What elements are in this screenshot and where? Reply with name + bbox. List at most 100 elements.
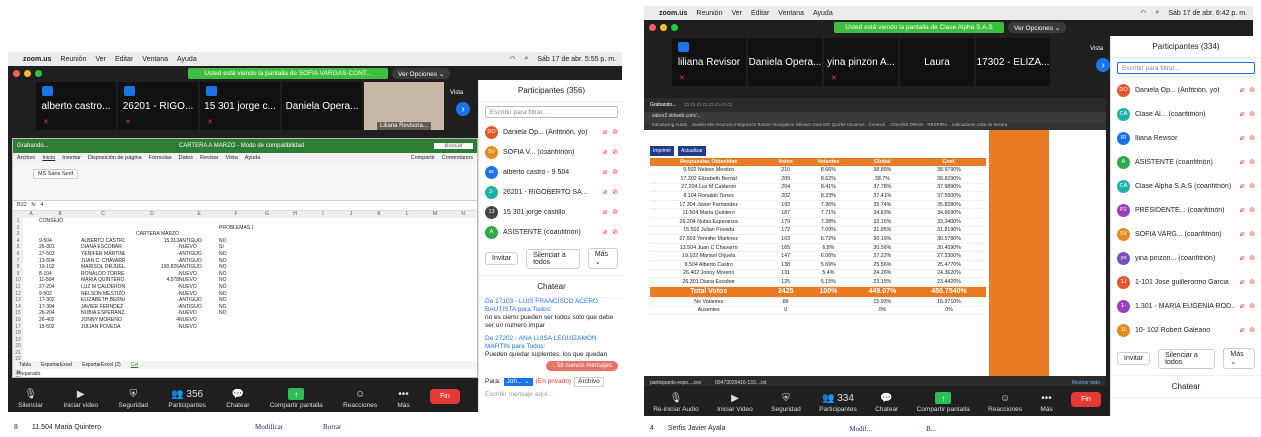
sheet-cell[interactable]: 190.826: [125, 264, 179, 271]
mic-muted-icon[interactable]: ⌀: [1240, 254, 1244, 262]
mic-muted-icon[interactable]: ⌀: [603, 228, 607, 236]
participant-item[interactable]: 1- 1.301 - MARIA EUGENIA ROD... ⌀ ⊘: [1111, 294, 1261, 318]
mic-muted-icon[interactable]: ⌀: [603, 128, 607, 136]
mic-muted-icon[interactable]: ⌀: [1240, 110, 1244, 118]
toolbar-chat-button[interactable]: 💬 Chatear: [226, 389, 249, 409]
video-off-icon[interactable]: ⊘: [1249, 302, 1255, 310]
column-header[interactable]: M: [421, 211, 449, 218]
tab-datos[interactable]: Datos: [179, 155, 193, 161]
participant-item[interactable]: CA Clase Alpha S.A.S (coanfitrión) ⌀ ⊘: [1111, 174, 1261, 198]
sheet-cell[interactable]: 15.313: [125, 238, 179, 245]
sheet-cell[interactable]: [125, 343, 179, 350]
sheet-cell[interactable]: NO: [219, 277, 253, 284]
video-off-icon[interactable]: ⊘: [1249, 182, 1255, 190]
zoom-window-icon[interactable]: [35, 70, 42, 77]
sheet-cell[interactable]: NO: [219, 258, 253, 265]
cell-reference[interactable]: B32: [17, 202, 27, 208]
sheet-cell[interactable]: [125, 337, 179, 344]
sheet-cell[interactable]: [81, 330, 125, 337]
row-number[interactable]: 16: [13, 316, 23, 324]
row-number[interactable]: 19: [13, 336, 23, 344]
row-number[interactable]: 12: [13, 290, 23, 298]
mic-muted-icon[interactable]: ⌀: [1240, 158, 1244, 166]
sheet-cell[interactable]: [219, 370, 253, 377]
sheet-cell[interactable]: 4: [125, 317, 179, 324]
sheet-row[interactable]: 18: [13, 330, 477, 337]
column-header[interactable]: L: [393, 211, 421, 218]
sheet-cell[interactable]: [23, 238, 39, 245]
menu-editar[interactable]: Editar: [751, 10, 769, 17]
sheet-cell[interactable]: [23, 271, 39, 278]
video-tile[interactable]: 26201 - RIGO... ✕: [118, 82, 198, 130]
video-tile[interactable]: liliana Revisor ✕: [672, 38, 746, 86]
mic-muted-icon[interactable]: ⌀: [1240, 206, 1244, 214]
sheet-cell[interactable]: [179, 370, 219, 377]
toolbar-share-button[interactable]: ↑ Compartir pantalla: [917, 392, 970, 413]
sheet-cell[interactable]: 26-402: [39, 317, 81, 324]
toolbar-video-button[interactable]: ▶ Iniciar Video: [717, 393, 753, 413]
sheet-cell[interactable]: MARIA QUINTERO: [81, 277, 125, 284]
sheet-cell[interactable]: [23, 277, 39, 284]
participant-item[interactable]: A ASISTENTE (coanfitrión) ⌀ ⊘: [1111, 150, 1261, 174]
row-number[interactable]: 5: [13, 244, 23, 251]
sheet-cell[interactable]: NUEVO: [179, 244, 219, 251]
sheet-cell[interactable]: 8-104: [39, 271, 81, 278]
sheet-cell[interactable]: -: [125, 251, 179, 258]
sheet-cell[interactable]: NO: [219, 297, 253, 304]
sheet-cell[interactable]: MARISOL ORJUELA: [81, 264, 125, 271]
sheet-cell[interactable]: [219, 350, 253, 357]
sheet-cell[interactable]: [23, 343, 39, 350]
video-off-icon[interactable]: ⊘: [1249, 278, 1255, 286]
sheet-cell[interactable]: NO: [219, 271, 253, 278]
share-button[interactable]: Compartir: [411, 155, 435, 161]
row-number[interactable]: 7: [13, 257, 23, 265]
wifi-icon[interactable]: ◠: [1140, 9, 1146, 17]
row-number[interactable]: 4: [13, 237, 23, 245]
sheet-cell[interactable]: [219, 218, 253, 225]
sheet-row[interactable]: 8 19-102 MARISOL ORJUELA 190.826 ANTIGUO NO: [13, 264, 477, 271]
toolbar-mic-button[interactable]: 🎙 Re-iniciar Audio: [653, 393, 699, 413]
column-header[interactable]: E: [179, 211, 219, 218]
mic-muted-icon[interactable]: ⌀: [1240, 278, 1244, 286]
sheet-tab-active[interactable]: Cel: [131, 362, 139, 368]
sheet-cell[interactable]: YENIFER MARTINEZ: [81, 251, 125, 258]
sheet-cell[interactable]: LUZ M CALDERON: [81, 284, 125, 291]
chat-input[interactable]: Escribir mensaje aquí...: [485, 391, 618, 399]
sheet-cell[interactable]: NO: [219, 304, 253, 311]
menubar-app[interactable]: zoom.us: [23, 56, 51, 63]
tab-vista[interactable]: Vista: [226, 155, 238, 161]
sheet-cell[interactable]: [219, 330, 253, 337]
participant-item[interactable]: 2- 26201 - RIGOBERTO SA... ⌀ ⊘: [479, 182, 624, 202]
tab-inicio[interactable]: Inicio: [42, 155, 55, 161]
sheet-row[interactable]: 21: [13, 349, 477, 357]
row-number[interactable]: 9: [13, 270, 23, 278]
sheet-cell[interactable]: [81, 225, 125, 232]
invite-button[interactable]: Invitar: [1117, 352, 1151, 365]
toolbar-more-button[interactable]: ••• Más: [397, 389, 409, 409]
sheet-row[interactable]: 7 13-504 JUAN C. CHAVARRO - ANTIGUO NO: [13, 257, 477, 265]
toolbar-participants-button[interactable]: 👥 356 Participantes: [168, 389, 206, 409]
sheet-row[interactable]: 6 27-503 YENIFER MARTINEZ - ANTIGUO NO: [13, 250, 477, 258]
sheet-cell[interactable]: [39, 350, 81, 357]
sheet-cell[interactable]: 4.578: [125, 277, 179, 284]
toolbar-shield-button[interactable]: ⛨ Seguridad: [118, 389, 148, 409]
sheet-cell[interactable]: [179, 330, 219, 337]
video-tile[interactable]: alberto castro... ✕: [36, 82, 116, 130]
excel-search[interactable]: Buscar: [434, 143, 473, 149]
menu-editar[interactable]: Editar: [115, 56, 133, 63]
search-icon[interactable]: ⌕: [1155, 9, 1159, 17]
mic-muted-icon[interactable]: ⌀: [603, 188, 607, 196]
sheet-cell[interactable]: [39, 225, 81, 232]
sheet-cell[interactable]: [219, 343, 253, 350]
sheet-cell[interactable]: NO: [219, 264, 253, 271]
participants-search-input[interactable]: Escribir para filtrar...: [485, 106, 618, 118]
sheet-row[interactable]: 14 17-304 JAVIER FERNDEZ - ANTIGUO NO: [13, 303, 477, 311]
video-off-icon[interactable]: ⊘: [612, 128, 618, 136]
sheet-cell[interactable]: 13-504: [39, 258, 81, 265]
sheet-cell[interactable]: [125, 370, 179, 377]
menu-ver[interactable]: Ver: [95, 56, 106, 63]
end-meeting-button[interactable]: Fin: [429, 389, 460, 404]
row-number[interactable]: 2: [13, 224, 23, 232]
minimize-window-icon[interactable]: [660, 24, 667, 31]
mic-muted-icon[interactable]: ⌀: [1240, 86, 1244, 94]
